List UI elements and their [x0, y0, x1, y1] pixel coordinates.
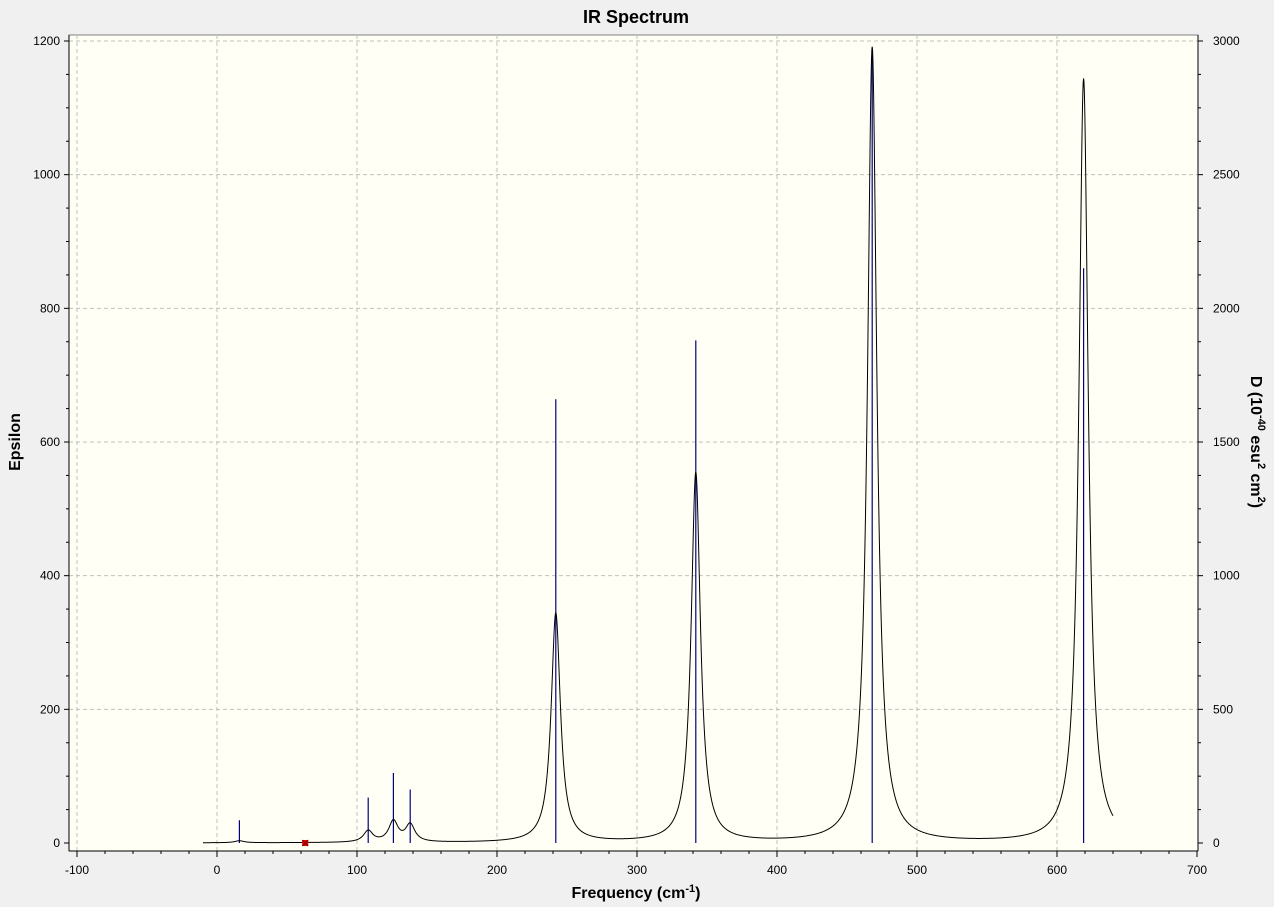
y2-tick-label: 2500: [1213, 168, 1240, 182]
x-tick-label: 400: [767, 863, 787, 877]
y2-tick-label: 1000: [1213, 569, 1240, 583]
y-tick-label: 800: [40, 301, 60, 315]
y2-axis-title: D (10-40 esu2 cm2): [1247, 376, 1267, 508]
y-tick-label: 400: [40, 569, 60, 583]
y-tick-label: 0: [53, 836, 60, 850]
plot-area: [68, 34, 1199, 852]
y2-tick-label: 500: [1213, 702, 1233, 716]
y-axis-title: Epsilon: [7, 413, 24, 471]
ir-spectrum-chart: 0200400600800100012000500100015002000250…: [0, 0, 1274, 907]
chart-title: IR Spectrum: [583, 7, 689, 27]
frequency-marker[interactable]: [301, 839, 309, 847]
y-tick-label: 200: [40, 702, 60, 716]
y-tick-label: 1000: [33, 168, 60, 182]
y2-tick-label: 1500: [1213, 435, 1240, 449]
y2-tick-label: 0: [1213, 836, 1220, 850]
y-tick-label: 1200: [33, 34, 60, 48]
x-tick-label: 0: [214, 863, 221, 877]
y2-tick-label: 2000: [1213, 301, 1240, 315]
x-tick-label: 700: [1187, 863, 1207, 877]
x-tick-label: 100: [347, 863, 367, 877]
x-tick-label: 300: [627, 863, 647, 877]
x-tick-label: -100: [65, 863, 89, 877]
x-axis-title: Frequency (cm-1): [572, 883, 701, 902]
x-tick-label: 500: [907, 863, 927, 877]
y-tick-label: 600: [40, 435, 60, 449]
x-tick-label: 600: [1047, 863, 1067, 877]
x-tick-label: 200: [487, 863, 507, 877]
y2-tick-label: 3000: [1213, 34, 1240, 48]
